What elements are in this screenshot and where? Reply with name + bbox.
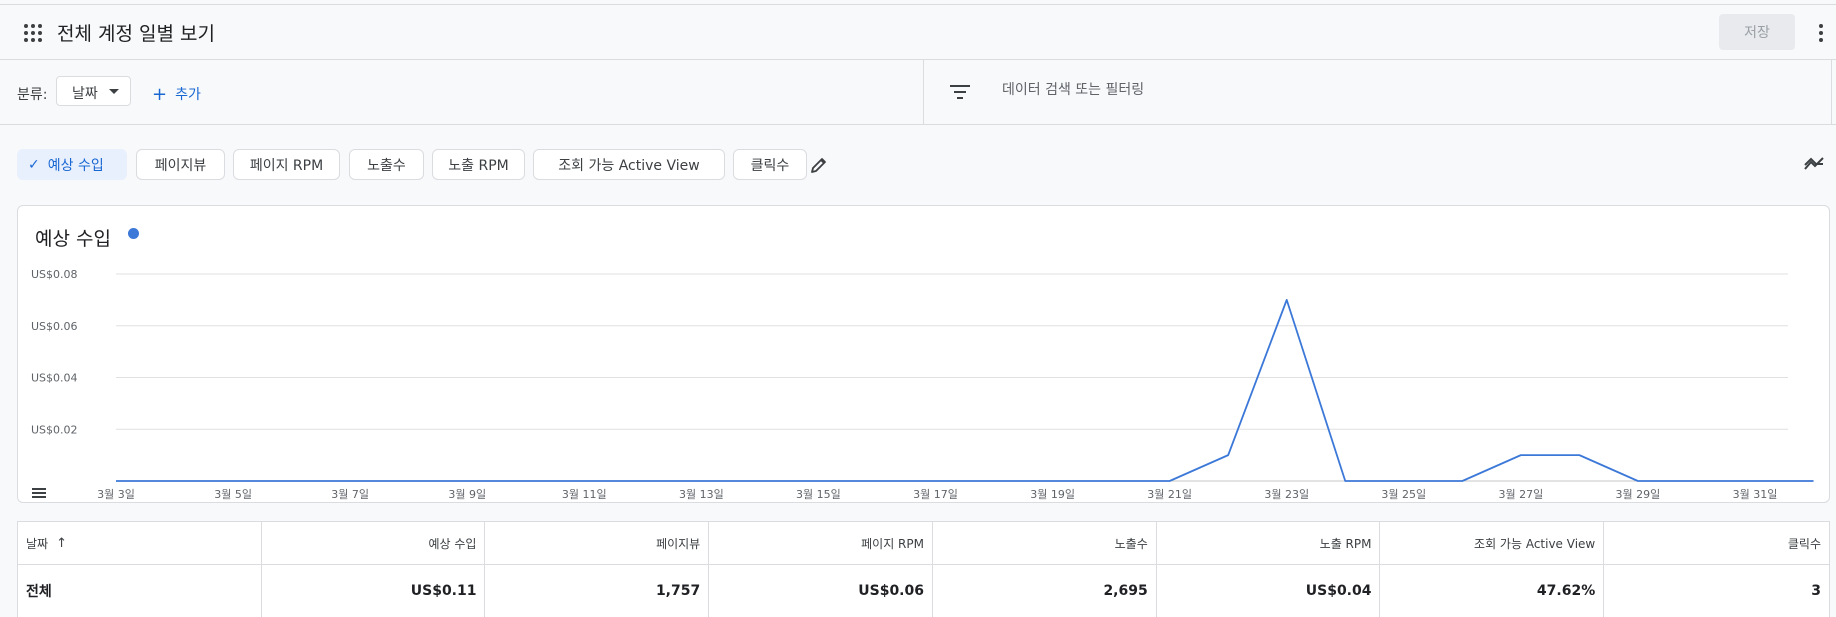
x-tick-label: 3월 23일: [1264, 487, 1309, 501]
x-tick-label: 3월 7일: [331, 487, 369, 501]
header-label: 노출 RPM: [1319, 536, 1372, 551]
series-line: [116, 298, 1814, 482]
x-tick-label: 3월 19일: [1030, 487, 1075, 501]
x-tick-label: 3월 17일: [913, 487, 958, 501]
add-dimension-button[interactable]: + 추가: [152, 83, 201, 105]
table-header-col-clicks[interactable]: 클릭수: [1604, 522, 1829, 564]
chip-label: 예상 수입: [47, 157, 104, 174]
table-cell-col-estimated-earnings: US$0.11: [262, 565, 486, 617]
table-header-col-estimated-earnings[interactable]: 예상 수입: [262, 522, 486, 564]
save-button[interactable]: 저장: [1719, 14, 1795, 50]
header-label: 날짜: [26, 536, 49, 551]
table-header-col-date[interactable]: 날짜 ↑: [18, 522, 262, 564]
chip-label: 조회 가능 Active View: [558, 157, 700, 174]
toolbar-divider: [923, 60, 924, 124]
y-tick-label: US$0.06: [31, 320, 78, 333]
y-tick-label: US$0.08: [31, 268, 78, 281]
chip-impression-rpm[interactable]: 노출 RPM: [432, 149, 525, 180]
category-label: 분류:: [17, 87, 48, 103]
chip-estimated-earnings[interactable]: ✓ 예상 수입: [17, 149, 127, 180]
chip-label: 노출수: [367, 157, 406, 174]
caret-down-icon: [109, 89, 119, 94]
table-cell-col-active-view: 47.62%: [1380, 565, 1605, 617]
x-tick-label: 3월 3일: [97, 487, 135, 501]
chip-impressions[interactable]: 노출수: [349, 149, 424, 180]
table-header-col-pageviews[interactable]: 페이지뷰: [485, 522, 710, 564]
add-label: 추가: [175, 87, 201, 103]
x-tick-label: 3월 15일: [796, 487, 841, 501]
table-cell-col-impressions: 2,695: [933, 565, 1157, 617]
header-label: 페이지뷰: [656, 536, 701, 551]
table-cell-col-clicks: 3: [1811, 583, 1821, 599]
page-title: 전체 계정 일별 보기: [57, 23, 215, 45]
report-toolbar: 분류: 날짜 + 추가: [0, 60, 1836, 125]
check-icon: ✓: [28, 156, 40, 173]
chip-label: 페이지 RPM: [249, 157, 324, 174]
chip-active-view[interactable]: 조회 가능 Active View: [533, 149, 725, 180]
x-tick-label: 3월 29일: [1616, 487, 1661, 501]
category-dropdown[interactable]: 날짜: [56, 76, 131, 106]
table-total-row: 전체 US$0.11 1,757 US$0.06 2,695 US$0.04 47.62% 3: [18, 565, 1829, 617]
x-tick-label: 3월 5일: [214, 487, 252, 501]
more-vert-icon[interactable]: [1819, 24, 1823, 42]
table-cell-col-pageviews: 1,757: [485, 565, 710, 617]
chip-label: 페이지뷰: [154, 157, 207, 174]
header-label: 클릭수: [1787, 536, 1821, 551]
x-tick-label: 3월 13일: [679, 487, 724, 501]
chip-label: 클릭수: [750, 157, 790, 174]
chip-pageviews[interactable]: 페이지뷰: [136, 149, 225, 180]
x-tick-label: 3월 25일: [1381, 487, 1426, 501]
table-header-col-impressions[interactable]: 노출수: [933, 522, 1157, 564]
header-label: 노출수: [1114, 536, 1148, 551]
edit-pencil-icon[interactable]: [809, 155, 829, 175]
table-cell-col-date: 전체: [18, 565, 262, 617]
x-tick-label: 3월 31일: [1733, 487, 1778, 501]
plus-icon: +: [152, 84, 168, 105]
x-tick-label: 3월 11일: [562, 487, 607, 501]
apps-grid-icon[interactable]: [24, 24, 42, 42]
table-header-col-page-rpm[interactable]: 페이지 RPM: [709, 522, 933, 564]
x-tick-label: 3월 9일: [448, 487, 486, 501]
table-header-col-active-view[interactable]: 조회 가능 Active View: [1380, 522, 1605, 564]
category-value: 날짜: [72, 86, 98, 102]
chip-label: 노출 RPM: [448, 157, 509, 174]
chip-page-rpm[interactable]: 페이지 RPM: [233, 149, 340, 180]
header-label: 예상 수입: [428, 536, 477, 551]
chip-clicks[interactable]: 클릭수: [733, 149, 807, 180]
y-tick-label: US$0.04: [31, 372, 78, 385]
y-tick-label: US$0.02: [31, 423, 78, 436]
report-table: 날짜 ↑ 예상 수입 페이지뷰 페이지 RPM 노출수 노출 RPM 조회 가능 Active…: [17, 521, 1830, 617]
table-header-row: 날짜 ↑ 예상 수입 페이지뷰 페이지 RPM 노출수 노출 RPM 조회 가능 Active…: [18, 522, 1829, 565]
header-label: 페이지 RPM: [861, 536, 924, 551]
toolbar-edge: [1831, 60, 1832, 124]
trend-toggle-icon[interactable]: [1803, 155, 1825, 173]
table-cell-col-impression-rpm: US$0.04: [1157, 565, 1381, 617]
filter-icon[interactable]: [950, 85, 970, 99]
table-header-col-impression-rpm[interactable]: 노출 RPM: [1157, 522, 1381, 564]
x-tick-label: 3월 21일: [1147, 487, 1192, 501]
search-filter-input[interactable]: [1000, 81, 1504, 99]
chart-card: 예상 수입 US$0.02 US$0.04 US$0.06 US$0.08 3월 3일 3…: [17, 205, 1830, 503]
x-tick-label: 3월 27일: [1498, 487, 1543, 501]
chart-menu-icon[interactable]: [32, 488, 46, 500]
sort-ascending-icon: ↑: [56, 535, 67, 551]
earnings-line-chart: US$0.02 US$0.04 US$0.06 US$0.08 3월 3일 3월 5일 3월…: [31, 268, 1814, 501]
header-label: 조회 가능 Active View: [1474, 536, 1596, 551]
report-header: 전체 계정 일별 보기 저장: [0, 5, 1836, 60]
table-cell-col-page-rpm: US$0.06: [709, 565, 933, 617]
